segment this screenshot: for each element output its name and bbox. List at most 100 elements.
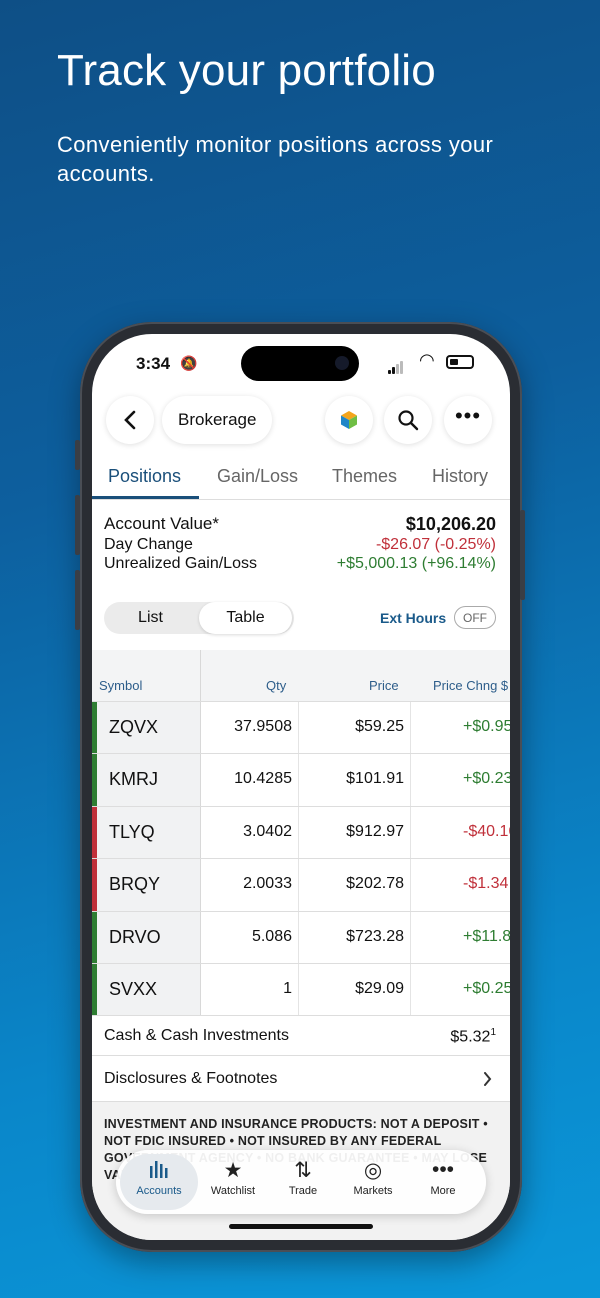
day-change-label: Day Change	[104, 536, 193, 553]
qty-cell: 1	[283, 979, 292, 997]
column-header-price-change[interactable]: Price Chng $	[433, 678, 508, 693]
bell-muted-icon: 🔕	[180, 355, 198, 371]
battery-icon	[446, 355, 474, 369]
account-title[interactable]: Brokerage	[162, 396, 273, 444]
symbol-text: BRQY	[109, 874, 161, 895]
ellipsis-icon: •••	[431, 1158, 455, 1181]
wifi-icon: ◠	[419, 350, 435, 370]
account-value: $10,206.20	[405, 514, 496, 534]
bar-chart-icon	[120, 1158, 198, 1185]
qty-cell: 5.086	[251, 927, 292, 945]
price-cell: $59.25	[355, 718, 404, 735]
tab-accounts[interactable]: Accounts	[120, 1154, 198, 1210]
tab-watchlist[interactable]: ★ Watchlist	[198, 1158, 268, 1197]
cash-row: Cash & Cash Investments $5.321	[92, 1016, 510, 1056]
tab-markets[interactable]: ◎ Markets	[338, 1158, 408, 1197]
unrealized-value: +$5,000.13 (+96.14%)	[336, 555, 496, 572]
price-cell: $202.78	[346, 875, 404, 893]
disclosures-row[interactable]: Disclosures & Footnotes	[92, 1056, 510, 1102]
qty-cell: 3.0402	[243, 822, 292, 840]
column-header-price[interactable]: Price	[369, 678, 399, 693]
day-change-value: -$26.07 (-0.25%)	[375, 536, 496, 553]
table-row[interactable]: KMRJ 10.4285 $101.91 +$0.23	[92, 754, 510, 807]
symbol-cell: ZQVX	[97, 702, 201, 754]
back-button[interactable]	[106, 396, 154, 444]
price-change-cell: -$40.16	[463, 822, 510, 840]
view-segmented-control: List Table	[104, 602, 294, 634]
tab-trade[interactable]: ⇅ Trade	[268, 1158, 338, 1197]
price-cell: $29.09	[355, 979, 404, 997]
ellipsis-icon: •••	[454, 403, 482, 428]
tab-more-label: More	[430, 1185, 456, 1197]
side-button	[75, 440, 80, 470]
column-header-qty[interactable]: Qty	[266, 678, 286, 693]
bottom-tab-bar: Accounts ★ Watchlist ⇅ Trade ◎ Markets •…	[116, 1150, 486, 1214]
qty-cell: 37.9508	[234, 718, 292, 735]
tab-more[interactable]: ••• More	[408, 1158, 478, 1197]
account-value-label: Account Value*	[104, 514, 219, 533]
price-change-cell: +$11.84	[463, 927, 510, 945]
table-body: ZQVX 37.9508 $59.25 +$0.95 KMRJ 10.4285 $101.9…	[92, 702, 510, 1017]
qty-cell: 2.0033	[243, 875, 292, 893]
side-button	[520, 510, 525, 600]
status-bar: 3:34 🔕 ◠	[92, 334, 510, 394]
symbol-text: ZQVX	[109, 717, 159, 737]
symbol-text: TLYQ	[109, 821, 155, 842]
tab-gain-loss[interactable]: Gain/Loss	[217, 466, 298, 487]
symbol-cell: TLYQ	[97, 806, 201, 859]
unrealized-label: Unrealized Gain/Loss	[104, 555, 257, 572]
price-change-cell: +$0.25	[463, 979, 510, 997]
disclosures-label: Disclosures & Footnotes	[104, 1070, 278, 1087]
positions-table: Symbol Qty Price Price Chng $ ZQVX 37.950…	[92, 650, 510, 1017]
cube-logo-icon	[341, 411, 357, 429]
table-row[interactable]: TLYQ 3.0402 $912.97 -$40.16	[92, 806, 510, 860]
column-header-symbol[interactable]: Symbol	[99, 678, 142, 693]
more-options-button[interactable]: •••	[444, 396, 492, 444]
price-cell: $723.28	[346, 927, 404, 945]
table-row[interactable]: SVXX 1 $29.09 +$0.25	[92, 963, 510, 1017]
symbol-cell: SVXX	[97, 963, 201, 1016]
hero-subtitle: Conveniently monitor positions across yo…	[57, 132, 494, 186]
tab-markets-label: Markets	[353, 1185, 393, 1197]
ext-hours-toggle[interactable]: OFF	[454, 606, 496, 629]
table-view-button[interactable]: Table	[199, 602, 292, 634]
price-change-cell: +$0.23	[463, 770, 510, 788]
tab-positions[interactable]: Positions	[108, 466, 181, 487]
side-button	[75, 495, 80, 555]
table-row[interactable]: BRQY 2.0033 $202.78 -$1.34	[92, 859, 510, 912]
symbol-cell: KMRJ	[97, 754, 201, 806]
tab-history[interactable]: History	[432, 466, 488, 487]
up-down-arrows-icon: ⇅	[294, 1159, 312, 1182]
active-tab-indicator	[92, 496, 199, 499]
cash-value: $5.321	[450, 1027, 496, 1046]
account-summary: Account Value* $10,206.20 Day Change -$26.…	[104, 514, 496, 574]
globe-icon: ◎	[363, 1159, 383, 1182]
search-icon	[398, 410, 419, 431]
table-row[interactable]: ZQVX 37.9508 $59.25 +$0.95	[92, 702, 510, 755]
qty-cell: 10.4285	[234, 770, 292, 788]
list-view-button[interactable]: List	[104, 602, 197, 634]
home-indicator	[229, 1224, 373, 1229]
tab-themes[interactable]: Themes	[332, 466, 397, 487]
account-tabs: Positions Gain/Loss Themes History	[92, 458, 510, 500]
tab-watchlist-label: Watchlist	[210, 1185, 256, 1197]
status-time: 3:34	[136, 354, 171, 373]
price-cell: $101.91	[346, 770, 404, 788]
insights-button[interactable]	[325, 396, 373, 444]
hero-title: Track your portfolio	[57, 46, 436, 95]
tab-accounts-label: Accounts	[136, 1185, 182, 1197]
search-button[interactable]	[384, 396, 432, 444]
symbol-header-cell	[97, 650, 201, 701]
app-screen: 3:34 🔕 ◠ Brokerage ••• Positions Gain/Lo…	[92, 334, 510, 1240]
price-change-cell: -$1.34	[463, 875, 509, 893]
signal-icon	[388, 356, 404, 374]
ext-hours-label: Ext Hours	[380, 610, 447, 626]
symbol-text: DRVO	[109, 926, 161, 947]
cash-label: Cash & Cash Investments	[104, 1027, 289, 1044]
symbol-cell: BRQY	[97, 859, 201, 911]
table-row[interactable]: DRVO 5.086 $723.28 +$11.84	[92, 911, 510, 964]
symbol-text: SVXX	[109, 978, 158, 999]
star-list-icon: ★	[223, 1159, 243, 1182]
side-button	[75, 570, 80, 630]
symbol-cell: DRVO	[97, 911, 201, 963]
